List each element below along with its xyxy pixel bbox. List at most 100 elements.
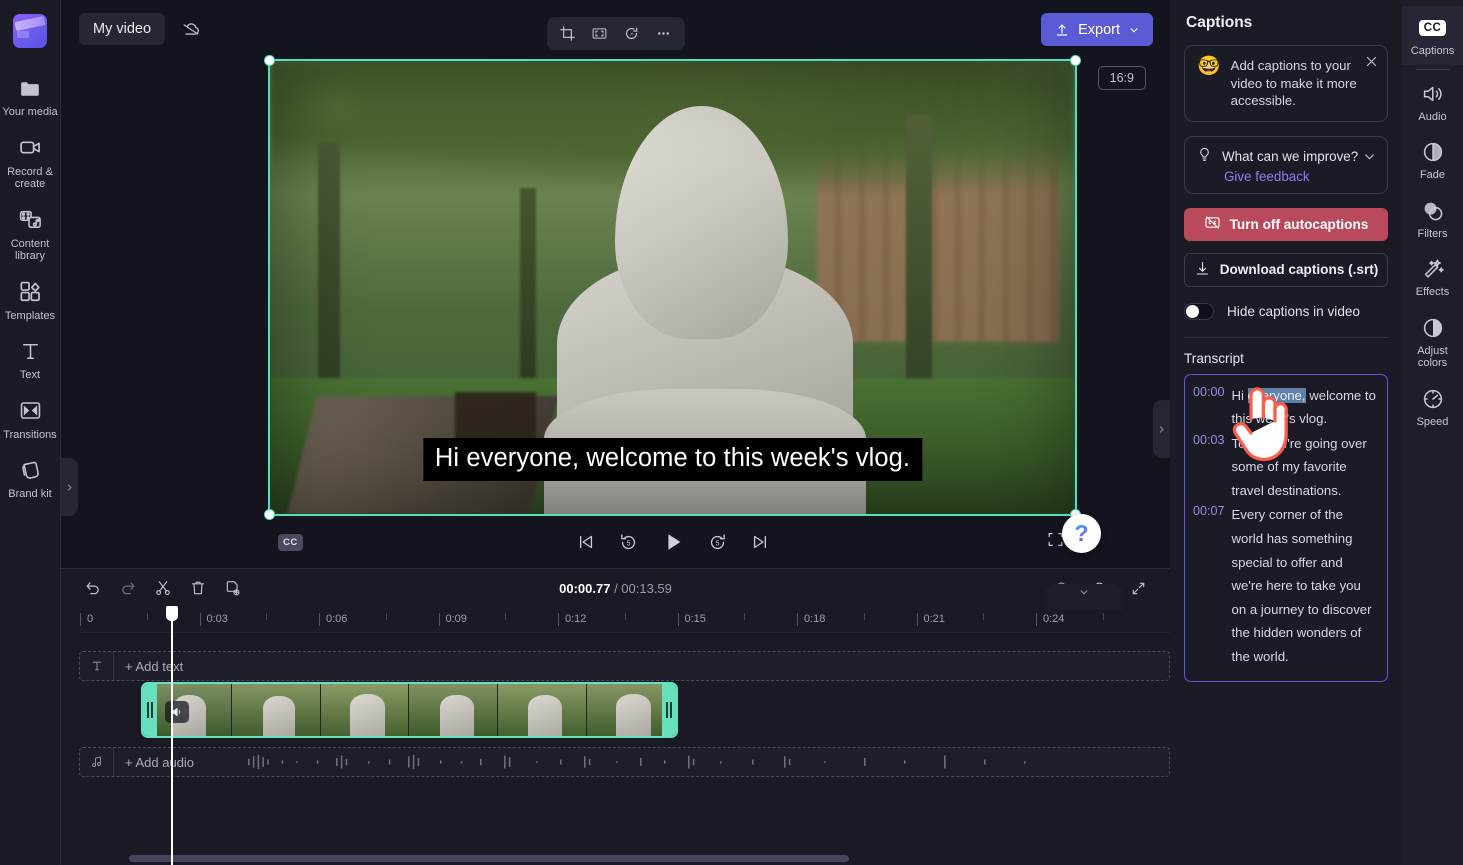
hide-captions-toggle-row[interactable]: Hide captions in video — [1184, 302, 1388, 320]
timeline-toolbar: 00:00.77 / 00:13.59 — [61, 569, 1170, 607]
sidebar-item-your-media[interactable]: Your media — [0, 66, 61, 126]
cloud-off-icon[interactable] — [173, 12, 209, 46]
clip-trim-right-handle[interactable] — [662, 684, 676, 736]
ruler-minor-tick — [505, 613, 507, 620]
right-icon-rail: CC Captions Audio Fade Filters Effects A… — [1402, 0, 1463, 865]
ruler-tick-label: 0:06 — [318, 613, 348, 626]
ruler-minor-tick — [863, 613, 865, 620]
rewind-5-icon[interactable]: 5 — [618, 532, 639, 553]
more-icon[interactable] — [649, 20, 679, 47]
video-preview[interactable]: Hi everyone, welcome to this week's vlog… — [264, 55, 1081, 520]
ruler-tick-label: 0:09 — [438, 613, 467, 626]
table-row[interactable] — [141, 682, 678, 738]
clipchamp-logo-icon[interactable] — [13, 14, 47, 48]
transcript-timestamp[interactable]: 00:00 — [1193, 384, 1225, 431]
right-panel: Captions 🤓 Add captions to your video to… — [1170, 0, 1463, 865]
add-audio-track[interactable]: + Add audio — [79, 747, 1170, 777]
folder-icon — [18, 75, 43, 101]
export-button[interactable]: Export — [1041, 13, 1153, 46]
sidebar-item-templates[interactable]: Templates — [0, 270, 61, 330]
ruler-tick-label: 0:18 — [796, 613, 826, 626]
clip-trim-left-handle[interactable] — [143, 684, 157, 736]
duplicate-icon[interactable] — [219, 575, 247, 601]
give-feedback-link[interactable]: Give feedback — [1224, 169, 1376, 184]
rail-item-audio[interactable]: Audio — [1402, 72, 1463, 131]
sidebar-item-transitions[interactable]: Transitions — [0, 389, 61, 449]
rail-item-speed[interactable]: Speed — [1402, 377, 1463, 436]
list-item[interactable]: 00:00 Hi everyone, welcome to this week'… — [1193, 384, 1377, 431]
transcript-text[interactable]: Every corner of the world has something … — [1232, 503, 1377, 668]
help-button[interactable]: ? — [1062, 514, 1101, 553]
list-item[interactable]: 00:03 Today we're going over some of my … — [1193, 432, 1377, 503]
download-captions-button[interactable]: Download captions (.srt) — [1184, 252, 1388, 287]
rail-item-fade[interactable]: Fade — [1402, 130, 1463, 189]
cc-toggle-button[interactable]: CC — [278, 533, 303, 551]
play-icon[interactable] — [661, 530, 685, 554]
transcript-timestamp[interactable]: 00:03 — [1193, 432, 1225, 503]
sidebar-label: Brand kit — [8, 488, 52, 500]
fit-to-frame-icon[interactable] — [585, 20, 615, 47]
fit-timeline-icon[interactable] — [1124, 575, 1152, 601]
project-title[interactable]: My video — [79, 13, 166, 45]
templates-icon — [18, 279, 43, 305]
timeline-ruler[interactable]: 0 0:03 0:06 0:09 0:12 0:15 0:18 0:21 0:24 — [79, 607, 1170, 633]
forward-5-icon[interactable]: 5 — [707, 532, 728, 553]
redo-icon[interactable] — [114, 575, 142, 601]
timeline-tracks: + Add text + Add audio — [61, 633, 1170, 865]
rotate-icon[interactable] — [617, 20, 647, 47]
collapse-right-panel-button[interactable] — [1153, 400, 1170, 458]
transcript-box[interactable]: 00:00 Hi everyone, welcome to this week'… — [1184, 373, 1388, 682]
transcript-timestamp[interactable]: 00:07 — [1193, 503, 1225, 668]
resize-handle-top-right[interactable] — [1070, 55, 1081, 66]
add-text-track[interactable]: + Add text — [79, 651, 1170, 681]
feedback-card[interactable]: What can we improve? Give feedback — [1184, 135, 1388, 194]
sidebar-item-text[interactable]: Text — [0, 329, 61, 389]
ruler-minor-tick — [983, 613, 985, 620]
sidebar-label: Text — [19, 369, 41, 381]
transcript-text[interactable]: Hi everyone, welcome to this week's vlog… — [1232, 384, 1377, 431]
ruler-tick-label: 0:03 — [199, 613, 228, 626]
divider — [1184, 336, 1388, 338]
total-time: / 00:13.59 — [614, 580, 672, 596]
video-frame: Hi everyone, welcome to this week's vlog… — [268, 59, 1077, 516]
adjust-colors-icon — [1421, 315, 1445, 341]
rail-label: Speed — [1416, 415, 1449, 428]
undo-icon[interactable] — [79, 575, 107, 601]
editor-main-area: My video Export 16:9 Hi everyone, welcom… — [61, 0, 1170, 865]
current-time: 00:00.77 — [559, 580, 611, 596]
panel-title: Captions — [1186, 14, 1253, 31]
skip-back-icon[interactable] — [576, 532, 596, 552]
close-icon[interactable] — [1364, 54, 1379, 74]
add-text-label: + Add text — [125, 658, 184, 674]
preview-stage: 16:9 Hi everyone, welcome to this week's… — [61, 55, 1170, 568]
turn-off-autocaptions-button[interactable]: Turn off autocaptions — [1184, 207, 1388, 241]
download-icon — [1194, 260, 1211, 280]
promo-text: Add captions to your video to make it mo… — [1230, 58, 1357, 108]
sidebar-label: Your media — [2, 106, 58, 118]
ruler-tick-label: 0 — [79, 613, 94, 626]
delete-icon[interactable] — [184, 575, 212, 601]
transcript-text[interactable]: Today we're going over some of my favori… — [1232, 432, 1377, 503]
timeline-horizontal-scrollbar[interactable] — [129, 855, 849, 862]
crop-icon[interactable] — [553, 20, 583, 47]
rail-item-captions[interactable]: CC Captions — [1402, 6, 1463, 65]
split-icon[interactable] — [149, 575, 177, 601]
sidebar-item-brand-kit[interactable]: Brand kit — [0, 448, 61, 508]
sidebar-item-record-create[interactable]: Record & create — [0, 126, 61, 198]
skip-forward-icon[interactable] — [750, 532, 770, 552]
aspect-ratio-badge[interactable]: 16:9 — [1097, 66, 1146, 90]
expand-left-panel-button[interactable] — [61, 458, 78, 516]
clip-volume-icon[interactable] — [165, 701, 189, 723]
rail-item-effects[interactable]: Effects — [1402, 247, 1463, 306]
rail-item-filters[interactable]: Filters — [1402, 189, 1463, 248]
rail-item-adjust-colors[interactable]: Adjust colors — [1402, 306, 1463, 377]
resize-handle-top-left[interactable] — [264, 55, 275, 66]
hide-captions-label: Hide captions in video — [1227, 303, 1360, 319]
chevron-down-icon[interactable] — [1362, 149, 1377, 169]
effects-icon — [1421, 256, 1445, 282]
collapse-timeline-button[interactable] — [1045, 584, 1123, 610]
sidebar-item-content-library[interactable]: Content library — [0, 198, 61, 270]
hide-captions-toggle[interactable] — [1184, 302, 1214, 320]
list-item[interactable]: 00:07 Every corner of the world has some… — [1193, 503, 1377, 668]
fade-icon — [1421, 139, 1445, 165]
